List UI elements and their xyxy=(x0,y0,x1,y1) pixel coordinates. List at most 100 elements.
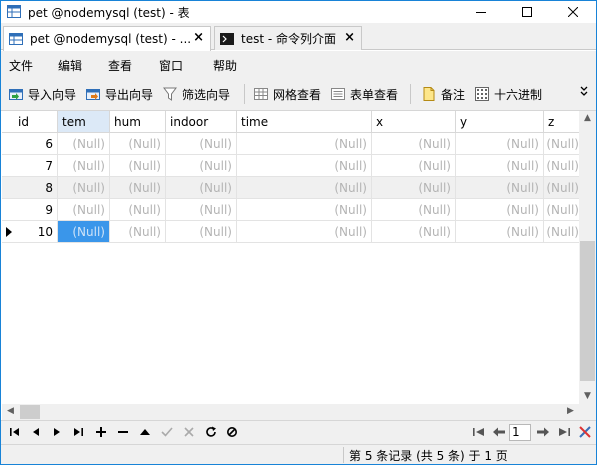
cell-z[interactable]: (Null) xyxy=(544,133,579,155)
next-page-button[interactable] xyxy=(535,424,551,440)
tab-close-button[interactable]: × xyxy=(193,31,204,45)
cell-z[interactable]: (Null) xyxy=(544,221,579,243)
first-record-button[interactable] xyxy=(7,424,23,440)
cell-tem[interactable]: (Null) xyxy=(58,177,110,199)
export-wizard-button[interactable]: 导出向导 xyxy=(85,85,153,103)
cell-y[interactable]: (Null) xyxy=(456,133,544,155)
cell-y[interactable]: (Null) xyxy=(456,221,544,243)
table-row[interactable]: 7 (Null) (Null) (Null) (Null) (Null) (Null) (Nu… xyxy=(2,155,579,177)
cell-hum[interactable]: (Null) xyxy=(110,155,166,177)
page-number-input[interactable]: 1 xyxy=(509,424,531,441)
horizontal-scrollbar[interactable]: ◀ ▶ xyxy=(2,404,579,420)
cell-time[interactable]: (Null) xyxy=(237,177,372,199)
previous-page-button[interactable] xyxy=(491,424,507,440)
cell-x[interactable]: (Null) xyxy=(372,133,456,155)
cell-hum[interactable]: (Null) xyxy=(110,221,166,243)
column-header-y[interactable]: y xyxy=(456,111,544,133)
vertical-scrollbar[interactable]: ▲ ▼ xyxy=(579,111,596,404)
cell-tem[interactable]: (Null) xyxy=(58,155,110,177)
column-header-id[interactable]: id xyxy=(2,111,58,133)
delete-record-button[interactable] xyxy=(115,424,131,440)
tab-console-test[interactable]: test - 命令列介面 × xyxy=(214,26,362,50)
table-row[interactable]: 8 (Null) (Null) (Null) (Null) (Null) (Null) (Nu… xyxy=(2,177,579,199)
horizontal-scroll-thumb[interactable] xyxy=(20,405,40,419)
cell-tem[interactable]: (Null) xyxy=(58,199,110,221)
cell-id[interactable]: 10 xyxy=(2,221,58,243)
data-grid[interactable]: id tem hum indoor time x y z 6 (Null) (Null) (Null… xyxy=(2,111,579,404)
cell-time[interactable]: (Null) xyxy=(237,133,372,155)
add-record-button[interactable] xyxy=(93,424,109,440)
memo-button[interactable]: 备注 xyxy=(421,85,465,103)
grid-view-button[interactable]: 网格查看 xyxy=(253,85,321,103)
cell-tem[interactable]: (Null) xyxy=(58,133,110,155)
hex-button[interactable]: 十六进制 xyxy=(474,85,542,103)
column-header-x[interactable]: x xyxy=(372,111,456,133)
tab-table-pet[interactable]: pet @nodemysql (test) - ... × xyxy=(3,26,211,51)
cell-indoor[interactable]: (Null) xyxy=(166,155,237,177)
first-page-button[interactable] xyxy=(471,424,487,440)
cell-hum[interactable]: (Null) xyxy=(110,133,166,155)
menu-window[interactable]: 窗口 xyxy=(159,57,183,74)
cell-indoor[interactable]: (Null) xyxy=(166,221,237,243)
cell-y[interactable]: (Null) xyxy=(456,155,544,177)
column-header-time[interactable]: time xyxy=(237,111,372,133)
column-header-tem[interactable]: tem xyxy=(58,111,110,133)
column-header-hum[interactable]: hum xyxy=(110,111,166,133)
apply-changes-button[interactable] xyxy=(159,424,175,440)
tab-close-button[interactable]: × xyxy=(344,31,355,45)
maximize-button[interactable] xyxy=(504,1,550,23)
scroll-right-icon[interactable]: ▶ xyxy=(562,406,579,416)
cell-x[interactable]: (Null) xyxy=(372,221,456,243)
settings-button[interactable] xyxy=(577,424,593,440)
column-header-indoor[interactable]: indoor xyxy=(166,111,237,133)
scroll-down-icon[interactable]: ▼ xyxy=(579,391,596,401)
cell-y[interactable]: (Null) xyxy=(456,199,544,221)
vertical-scroll-thumb[interactable] xyxy=(580,241,595,381)
refresh-button[interactable] xyxy=(203,424,219,440)
form-view-button[interactable]: 表单查看 xyxy=(330,85,398,103)
table-row[interactable]: 10 (Null) (Null) (Null) (Null) (Null) (Null) (N… xyxy=(2,221,579,243)
column-header-z[interactable]: z xyxy=(544,111,579,133)
edit-record-button[interactable] xyxy=(137,424,153,440)
cell-indoor[interactable]: (Null) xyxy=(166,133,237,155)
menu-view[interactable]: 查看 xyxy=(108,57,132,74)
menu-file[interactable]: 文件 xyxy=(9,57,33,74)
menu-help[interactable]: 帮助 xyxy=(213,57,237,74)
scroll-left-icon[interactable]: ◀ xyxy=(2,406,19,416)
cell-time[interactable]: (Null) xyxy=(237,221,372,243)
discard-changes-button[interactable] xyxy=(181,424,197,440)
cell-z[interactable]: (Null) xyxy=(544,177,579,199)
cell-hum[interactable]: (Null) xyxy=(110,177,166,199)
scroll-up-icon[interactable]: ▲ xyxy=(579,113,596,123)
cell-tem[interactable]: (Null) xyxy=(58,221,110,243)
toolbar-overflow-button[interactable] xyxy=(579,83,589,106)
last-record-button[interactable] xyxy=(70,424,86,440)
note-icon xyxy=(423,87,435,101)
cell-y[interactable]: (Null) xyxy=(456,177,544,199)
cell-id[interactable]: 9 xyxy=(2,199,58,221)
cell-z[interactable]: (Null) xyxy=(544,155,579,177)
close-window-button[interactable] xyxy=(550,1,596,23)
cell-id[interactable]: 6 xyxy=(2,133,58,155)
cell-x[interactable]: (Null) xyxy=(372,199,456,221)
last-page-button[interactable] xyxy=(556,424,572,440)
import-wizard-button[interactable]: 导入向导 xyxy=(8,85,76,103)
table-row[interactable]: 9 (Null) (Null) (Null) (Null) (Null) (Null) (Nu… xyxy=(2,199,579,221)
next-record-button[interactable] xyxy=(49,424,65,440)
cell-hum[interactable]: (Null) xyxy=(110,199,166,221)
cell-time[interactable]: (Null) xyxy=(237,155,372,177)
cell-x[interactable]: (Null) xyxy=(372,177,456,199)
table-row[interactable]: 6 (Null) (Null) (Null) (Null) (Null) (Null) (Nu… xyxy=(2,133,579,155)
stop-button[interactable] xyxy=(224,424,240,440)
cell-id[interactable]: 8 xyxy=(2,177,58,199)
cell-time[interactable]: (Null) xyxy=(237,199,372,221)
minimize-button[interactable] xyxy=(458,1,504,23)
menu-edit[interactable]: 编辑 xyxy=(58,57,82,74)
previous-record-button[interactable] xyxy=(28,424,44,440)
cell-id[interactable]: 7 xyxy=(2,155,58,177)
cell-x[interactable]: (Null) xyxy=(372,155,456,177)
cell-indoor[interactable]: (Null) xyxy=(166,177,237,199)
cell-indoor[interactable]: (Null) xyxy=(166,199,237,221)
filter-wizard-button[interactable]: 筛选向导 xyxy=(162,85,230,103)
cell-z[interactable]: (Null) xyxy=(544,199,579,221)
